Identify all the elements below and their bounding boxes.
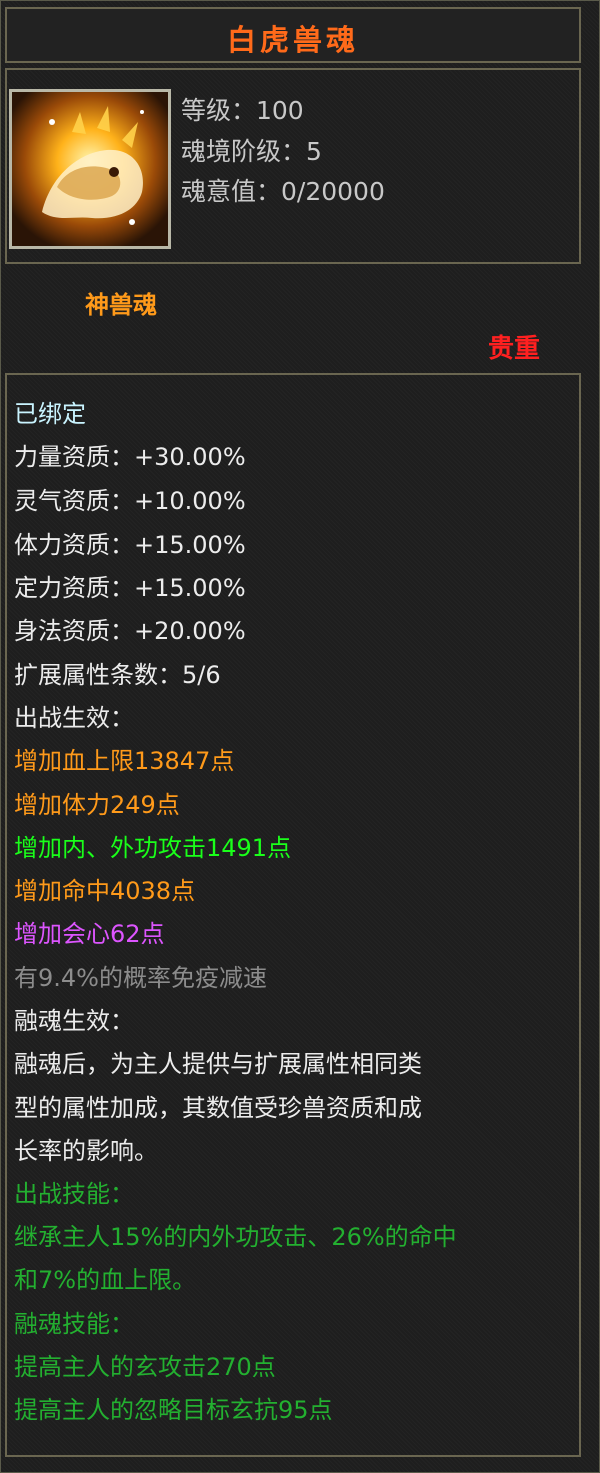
- fuse-description-3: 长率的影响。: [14, 1137, 158, 1165]
- bonus-crit: 增加会心62点: [14, 920, 165, 948]
- bonus-hp: 增加血上限13847点: [14, 747, 235, 775]
- bonus-stamina: 增加体力249点: [14, 791, 180, 819]
- item-title: 白虎兽魂: [226, 23, 359, 57]
- agility-aptitude: 身法资质：+20.00%: [14, 617, 246, 645]
- bonus-attack: 增加内、外功攻击1491点: [14, 834, 292, 862]
- battle-skill-line-2: 和7%的血上限。: [14, 1266, 197, 1294]
- fuse-skill-line-1: 提高主人的玄攻击270点: [14, 1353, 276, 1381]
- slow-immunity: 有9.4%的概率免疫减速: [14, 964, 267, 992]
- battle-skill-heading: 出战技能：: [14, 1180, 134, 1208]
- rarity-label: 贵重: [488, 334, 541, 364]
- title-bar: 白虎兽魂: [5, 7, 581, 63]
- battle-skill-line-1: 继承主人15%的内外功攻击、26%的命中: [14, 1223, 457, 1251]
- fuse-description-1: 融魂后，为主人提供与扩展属性相同类: [14, 1050, 422, 1078]
- fuse-effect-heading: 融魂生效：: [14, 1007, 134, 1035]
- item-tooltip: 白虎兽魂 等级：100 魂境阶级：5 魂意值：0/20000 神兽魂 贵重 已绑…: [0, 0, 600, 1473]
- fuse-description-2: 型的属性加成，其数值受珍兽资质和成: [14, 1094, 422, 1122]
- fuse-skill-heading: 融魂技能：: [14, 1310, 134, 1338]
- extension-count: 扩展属性条数：5/6: [14, 661, 221, 689]
- stamina-aptitude: 体力资质：+15.00%: [14, 531, 246, 559]
- spirit-aptitude: 灵气资质：+10.00%: [14, 487, 246, 515]
- level-stat: 等级：100: [181, 96, 304, 125]
- soul-tier-stat: 魂境阶级：5: [181, 137, 322, 166]
- soul-value-stat: 魂意值：0/20000: [181, 177, 385, 206]
- fuse-skill-line-2: 提高主人的忽略目标玄抗95点: [14, 1396, 333, 1424]
- strength-aptitude: 力量资质：+30.00%: [14, 443, 246, 471]
- battle-effect-heading: 出战生效：: [14, 704, 134, 732]
- item-category: 神兽魂: [85, 291, 157, 319]
- tiger-soul-artwork: [12, 92, 168, 246]
- focus-aptitude: 定力资质：+15.00%: [14, 574, 246, 602]
- bonus-hit: 增加命中4038点: [14, 877, 196, 905]
- white-tiger-soul-icon: [9, 89, 171, 249]
- bound-status: 已绑定: [14, 400, 86, 428]
